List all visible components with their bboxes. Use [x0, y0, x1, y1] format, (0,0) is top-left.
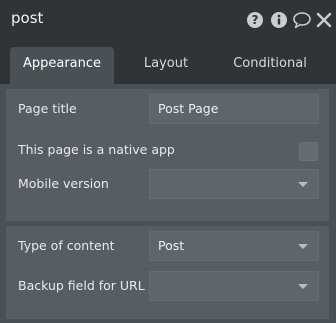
chevron-down-icon: [298, 182, 308, 187]
panel-header: post ?: [0, 0, 336, 40]
chevron-down-icon: [298, 284, 308, 289]
type-of-content-dropdown[interactable]: Post: [149, 231, 319, 261]
appearance-panel: Page title Post Page This page is a nati…: [0, 84, 336, 323]
close-icon[interactable]: [314, 10, 334, 30]
tab-bar: Appearance Layout Conditional: [0, 40, 336, 84]
type-of-content-value: Post: [158, 238, 185, 253]
native-app-checkbox[interactable]: [299, 142, 318, 161]
page-title-input[interactable]: Post Page: [149, 94, 319, 124]
tab-conditional[interactable]: Conditional: [220, 47, 320, 84]
page-title-label: Page title: [18, 101, 77, 116]
mobile-version-dropdown[interactable]: [149, 169, 319, 199]
mobile-version-label: Mobile version: [18, 176, 109, 191]
comment-icon[interactable]: [292, 10, 312, 30]
chevron-down-icon: [298, 244, 308, 249]
tab-layout[interactable]: Layout: [124, 47, 208, 84]
content-settings-section: Type of content Post Backup field for UR…: [6, 226, 329, 319]
help-icon[interactable]: ?: [245, 10, 265, 30]
info-icon[interactable]: [269, 10, 289, 30]
backup-field-label: Backup field for URL: [18, 278, 145, 293]
native-app-label: This page is a native app: [18, 142, 175, 157]
svg-text:?: ?: [252, 13, 259, 27]
backup-field-dropdown[interactable]: [149, 271, 319, 301]
tab-appearance[interactable]: Appearance: [10, 47, 114, 84]
page-settings-section: Page title Post Page This page is a nati…: [6, 89, 329, 221]
type-of-content-label: Type of content: [18, 238, 115, 253]
element-name[interactable]: post: [11, 9, 43, 27]
